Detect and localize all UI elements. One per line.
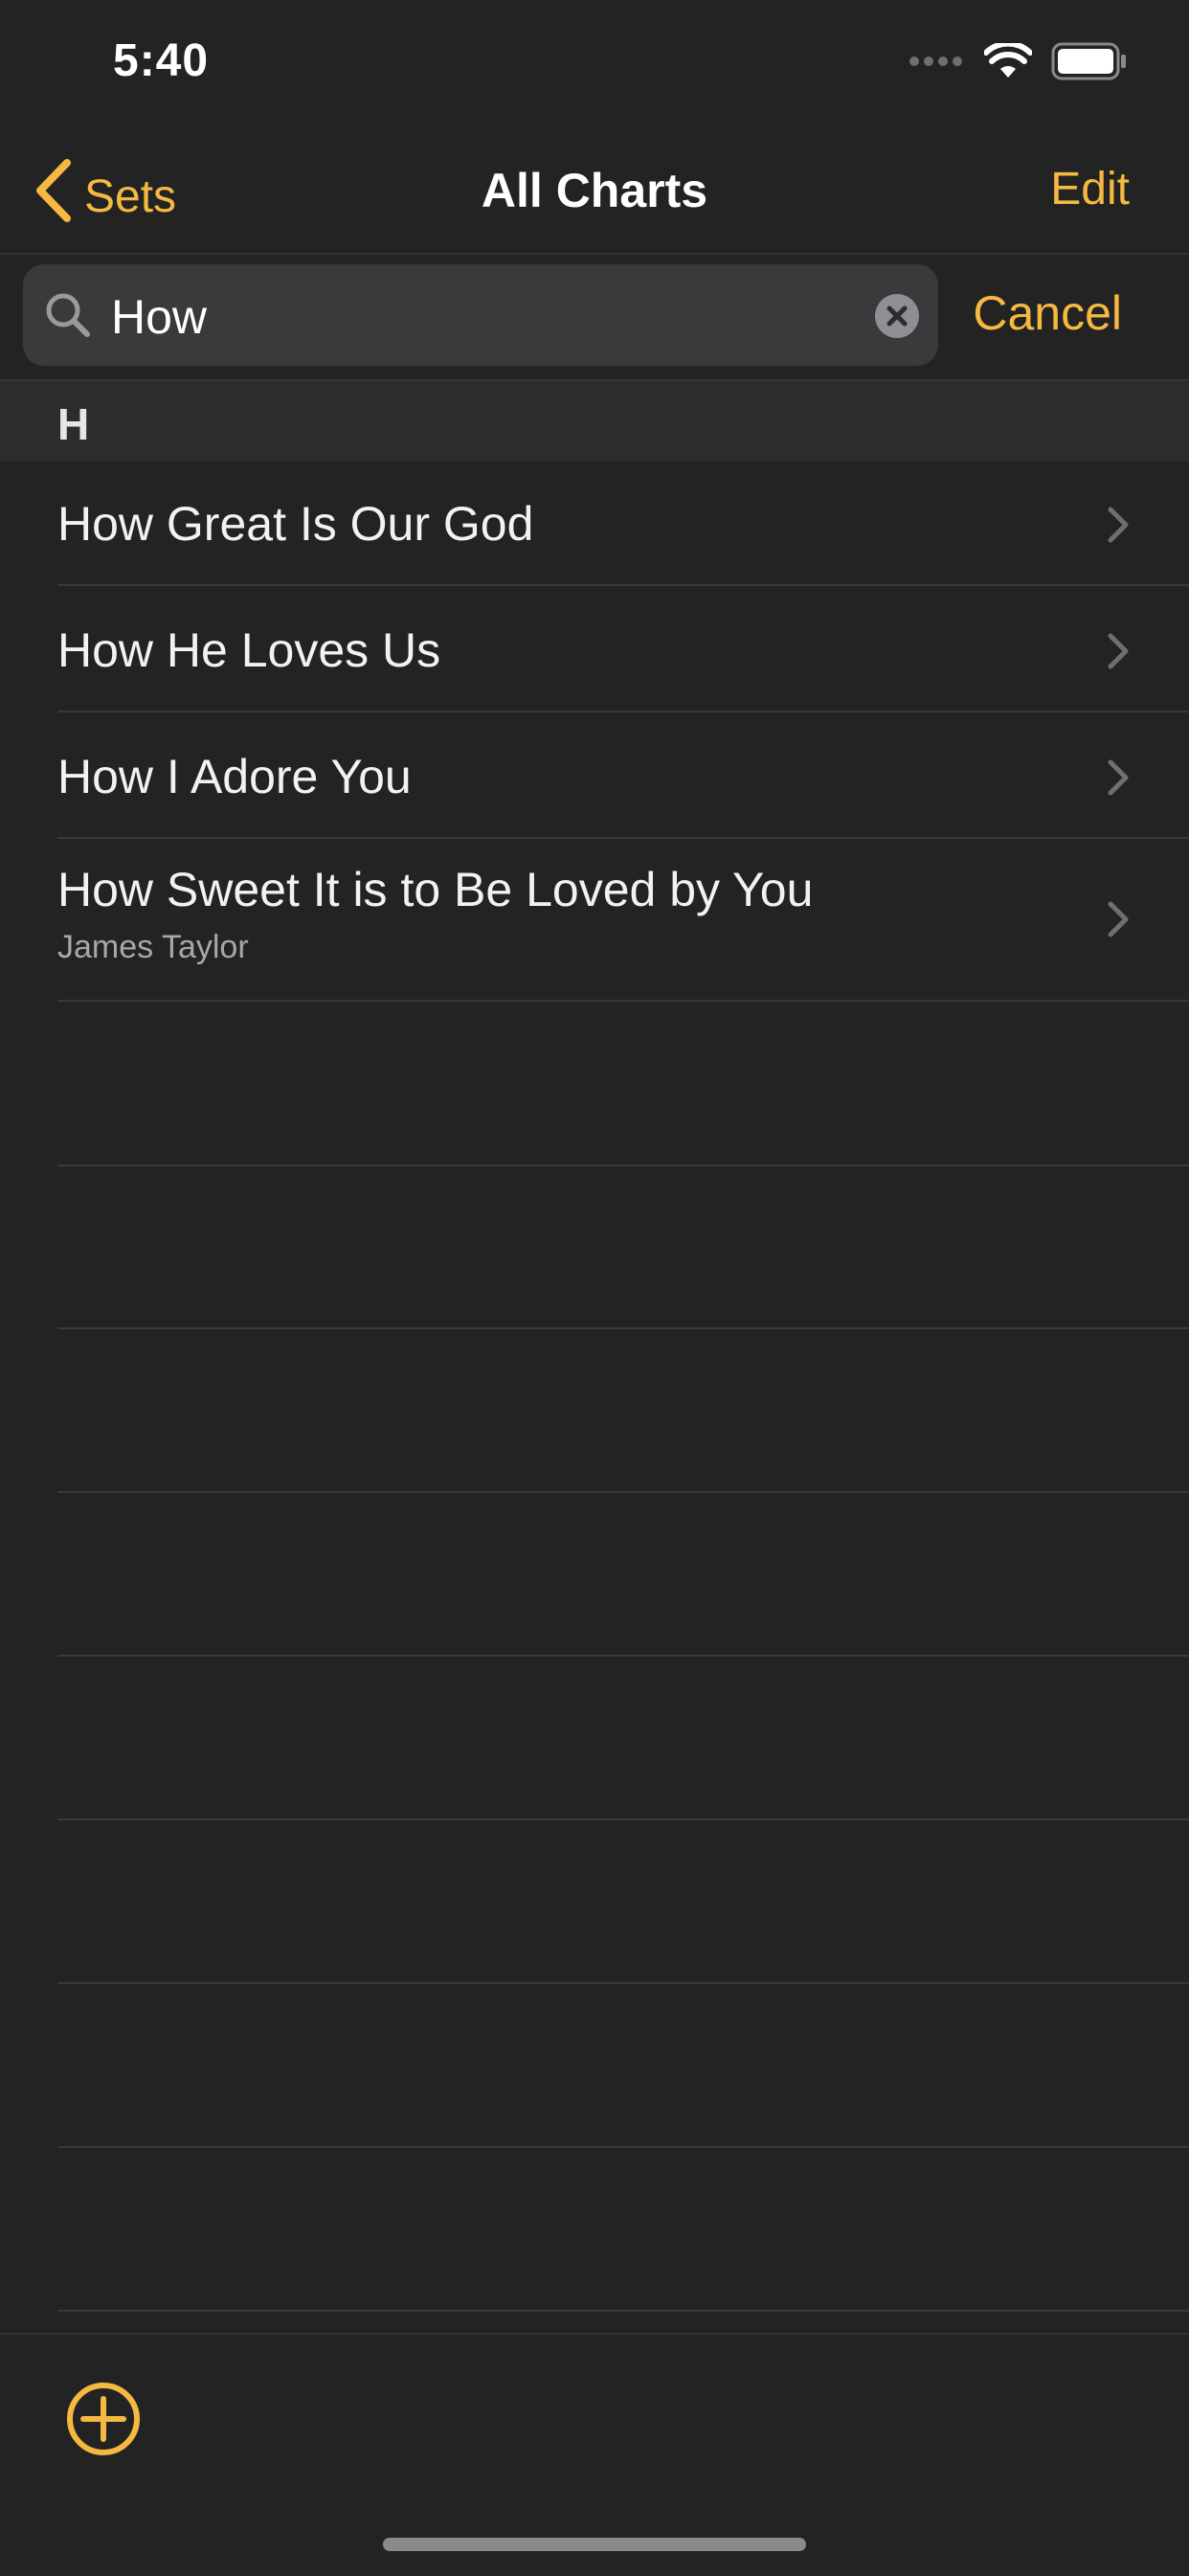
- row-separator: [57, 1000, 1189, 1002]
- list-item[interactable]: How Sweet It is to Be Loved by You James…: [0, 839, 1189, 1002]
- list-item[interactable]: How Great Is Our God: [0, 460, 1189, 586]
- item-title: How Sweet It is to Be Loved by You: [57, 863, 814, 916]
- search-icon: [44, 291, 92, 344]
- empty-row-separator: [57, 1491, 1189, 1493]
- empty-row-separator: [57, 2310, 1189, 2312]
- list-item[interactable]: How He Loves Us: [0, 586, 1189, 712]
- battery-icon: [1051, 42, 1128, 85]
- item-subtitle: James Taylor: [57, 929, 249, 965]
- status-bar: 5:40: [0, 0, 1189, 124]
- item-title: How Great Is Our God: [57, 497, 534, 551]
- item-title: How I Adore You: [57, 750, 412, 803]
- search-input[interactable]: How: [111, 289, 207, 345]
- navigation-bar: Sets All Charts Edit: [0, 124, 1189, 255]
- plus-circle-icon[interactable]: [65, 2381, 142, 2462]
- item-title: How He Loves Us: [57, 623, 441, 677]
- search-bar: How Cancel: [0, 253, 1189, 377]
- empty-row-separator: [57, 2146, 1189, 2148]
- chevron-right-icon: [1107, 506, 1130, 549]
- section-header: H: [0, 379, 1189, 462]
- status-icons: [908, 40, 1128, 85]
- section-letter: H: [57, 399, 90, 449]
- signal-icon: [908, 55, 965, 73]
- cancel-button[interactable]: Cancel: [973, 285, 1122, 341]
- empty-row-separator: [57, 1164, 1189, 1166]
- empty-row-separator: [57, 1655, 1189, 1657]
- clear-icon[interactable]: [875, 294, 919, 343]
- list-item[interactable]: How I Adore You: [0, 712, 1189, 839]
- home-indicator: [383, 2538, 806, 2551]
- chevron-right-icon: [1107, 632, 1130, 675]
- chevron-right-icon: [1107, 758, 1130, 802]
- wifi-icon: [983, 40, 1033, 84]
- empty-row-separator: [57, 1982, 1189, 1984]
- status-time: 5:40: [113, 35, 210, 86]
- search-field[interactable]: How: [23, 264, 938, 366]
- page-title: All Charts: [481, 164, 708, 217]
- edit-button[interactable]: Edit: [1050, 163, 1130, 215]
- empty-row-separator: [57, 1819, 1189, 1820]
- empty-row-separator: [57, 1327, 1189, 1329]
- chart-list: How Great Is Our God How He Loves Us How…: [0, 460, 1189, 1002]
- chevron-right-icon: [1107, 900, 1130, 943]
